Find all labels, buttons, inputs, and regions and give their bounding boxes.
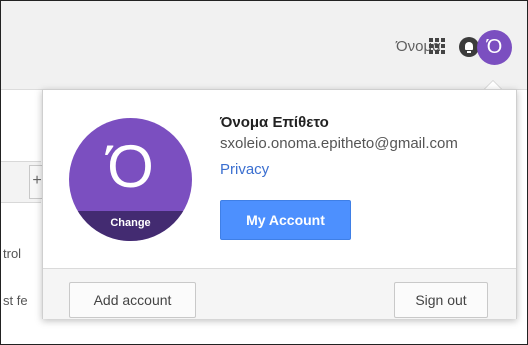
my-account-button[interactable]: My Account <box>220 200 351 240</box>
window-frame: Όνομα Ό + trol st fe Ό Change Όνομα Επίθ… <box>0 0 528 345</box>
add-account-button[interactable]: Add account <box>69 282 196 318</box>
avatar-letter: Ό <box>107 133 154 200</box>
user-name: Όνομα Επίθετο <box>220 114 329 131</box>
account-popup: Ό Change Όνομα Επίθετο sxoleio.onoma.epi… <box>42 89 517 319</box>
change-photo-button[interactable]: Change <box>69 211 192 241</box>
sign-out-button[interactable]: Sign out <box>394 282 488 318</box>
notifications-bell-icon[interactable] <box>459 37 479 57</box>
popup-footer: Add account Sign out <box>43 268 516 319</box>
user-email: sxoleio.onoma.epitheto@gmail.com <box>220 135 458 152</box>
background-text: trol <box>3 246 22 261</box>
privacy-link[interactable]: Privacy <box>220 161 269 178</box>
profile-photo[interactable]: Ό Change <box>69 118 192 241</box>
apps-grid-icon[interactable] <box>429 38 447 56</box>
account-avatar-button[interactable]: Ό <box>477 30 512 65</box>
background-text: st fe <box>3 293 28 308</box>
top-bar: Όνομα Ό <box>1 1 527 90</box>
